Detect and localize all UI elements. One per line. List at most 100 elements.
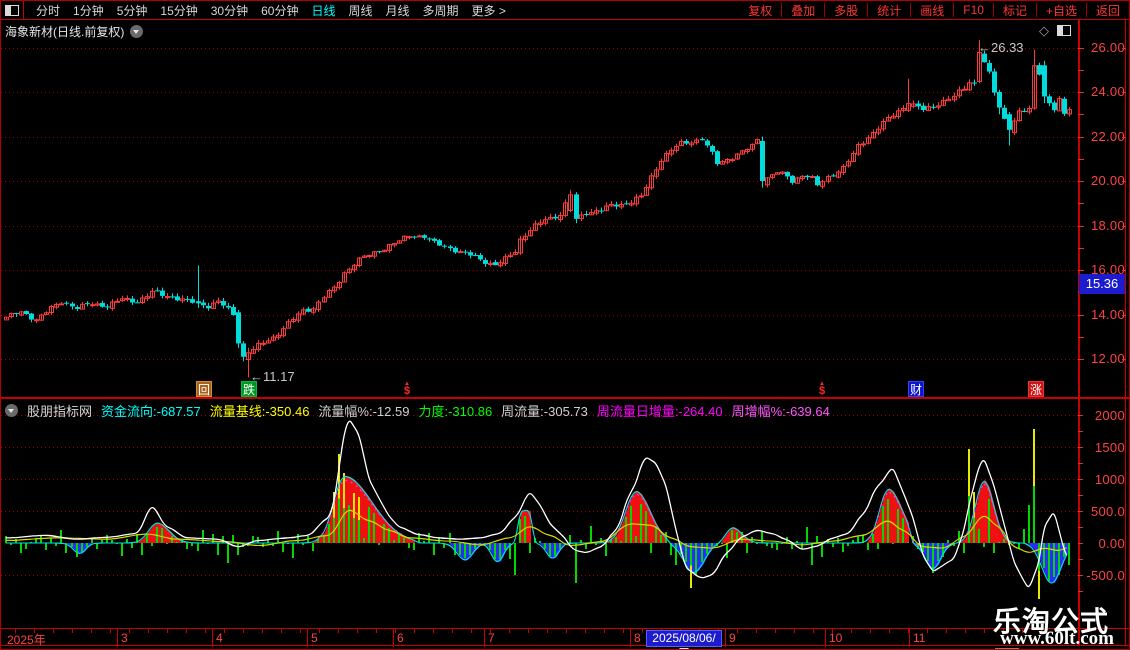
signal-marker-回: 回 — [196, 381, 212, 397]
week-tick — [53, 629, 54, 633]
indicator-tick-label: 500.0 — [1090, 504, 1125, 520]
tool-item[interactable]: +自选 — [1037, 2, 1086, 19]
diamond-icon[interactable]: ◇ — [1039, 24, 1049, 37]
indicator-tick-label: 0.00 — [1098, 536, 1125, 551]
week-tick — [224, 629, 225, 633]
week-tick — [490, 629, 491, 633]
period-item[interactable]: 15分钟 — [160, 2, 197, 19]
date-tick-label: 8 — [634, 631, 641, 645]
price-tick-label: 18.00 — [1090, 217, 1125, 233]
week-tick — [813, 629, 814, 633]
chevron-down-icon[interactable] — [130, 25, 144, 38]
cursor-date-badge: 2025/08/06/三 — [646, 630, 722, 649]
period-item[interactable]: 月线 — [386, 2, 410, 19]
period-item[interactable]: 多周期 — [423, 2, 459, 19]
indicator-canvas[interactable] — [1, 399, 1078, 628]
price-tick-label: 26.00 — [1090, 39, 1125, 55]
week-tick — [148, 629, 149, 633]
app-window: 分时 1分钟 5分钟 15分钟 30分钟 60分钟 日线 周线 月线 多周期 更多 > 复权 叠加 多股… — [0, 0, 1130, 650]
axis-tick — [1078, 574, 1083, 576]
week-tick — [319, 629, 320, 633]
tool-item[interactable]: F10 — [954, 3, 993, 17]
tool-item[interactable]: 多股 — [825, 2, 867, 19]
axis-tick — [1078, 527, 1083, 529]
indicator-field: 流量幅%:-12.59 — [318, 404, 410, 419]
week-tick — [452, 629, 453, 633]
axis-tick — [1078, 47, 1084, 49]
week-tick — [585, 629, 586, 633]
period-menu: 分时 1分钟 5分钟 15分钟 30分钟 60分钟 日线 周线 月线 多周期 更多 > — [36, 2, 506, 19]
period-item[interactable]: 60分钟 — [261, 2, 298, 19]
week-tick — [547, 629, 548, 633]
date-tick-label: 6 — [397, 631, 404, 645]
axis-tick — [1078, 314, 1084, 316]
axis-tick — [1078, 590, 1083, 592]
period-item[interactable]: 周线 — [348, 2, 372, 19]
axis-tick — [1122, 225, 1126, 227]
date-tick-label: 5 — [311, 631, 318, 645]
tool-item[interactable]: 统计 — [868, 2, 910, 19]
tool-item[interactable]: 画线 — [911, 2, 953, 19]
axis-tick — [1078, 181, 1084, 182]
axis-tick — [1078, 114, 1084, 116]
week-tick — [376, 629, 377, 633]
indicator-tick-label: -500.0 — [1086, 567, 1125, 583]
signal-marker-dollar: ▲ $ — [816, 381, 828, 397]
week-tick — [832, 629, 833, 633]
tool-item[interactable]: 复权 — [739, 2, 781, 19]
date-axis: 2025/08/06/三 2025年 3 4 5 6 7 8 9 10 11 — [1, 628, 1129, 649]
week-tick — [186, 629, 187, 633]
period-item[interactable]: 30分钟 — [211, 2, 248, 19]
week-tick — [300, 629, 301, 633]
date-tick-label: 9 — [729, 631, 736, 645]
split-window-icon[interactable] — [1057, 25, 1071, 36]
week-tick — [737, 629, 738, 633]
indicator-values: 资金流向:-687.57 流量基线:-350.46 流量幅%:-12.59 力度:-3… — [101, 401, 830, 420]
period-item[interactable]: 分时 — [36, 2, 60, 19]
week-tick — [34, 629, 35, 633]
tool-item[interactable]: 叠加 — [782, 2, 824, 19]
panel-separator[interactable] — [1, 397, 1129, 399]
signal-marker-财: 财 — [908, 381, 924, 397]
axis-tick — [1078, 543, 1083, 544]
axis-tick — [1078, 495, 1083, 497]
up-arrow-icon: ▲ — [404, 381, 410, 387]
indicator-tick-label: 2000 — [1094, 408, 1125, 424]
topbar: 分时 1分钟 5分钟 15分钟 30分钟 60分钟 日线 周线 月线 多周期 更多 > 复权 叠加 多股… — [1, 1, 1129, 20]
tool-item[interactable]: 返回 — [1087, 2, 1129, 19]
candlestick-canvas[interactable] — [1, 20, 1078, 398]
price-tick-label: 12.00 — [1090, 351, 1125, 366]
indicator-tick-label: 1000 — [1094, 472, 1125, 488]
month-divider — [825, 629, 826, 647]
week-tick — [262, 629, 263, 633]
axis-tick — [1078, 158, 1084, 160]
week-tick — [129, 629, 130, 633]
month-divider — [212, 629, 213, 647]
tool-item[interactable]: 标记 — [994, 2, 1036, 19]
week-tick — [110, 629, 111, 633]
week-tick — [357, 629, 358, 633]
week-tick — [471, 629, 472, 633]
month-divider — [909, 629, 910, 647]
axis-tick — [1122, 136, 1126, 138]
period-item[interactable]: 5分钟 — [117, 2, 148, 19]
date-tick-label: 3 — [121, 631, 128, 645]
axis-tick — [1122, 359, 1126, 360]
period-item[interactable]: 日线 — [311, 2, 335, 19]
week-tick — [889, 629, 890, 633]
period-item[interactable]: 1分钟 — [73, 2, 104, 19]
month-divider — [725, 629, 726, 647]
week-tick — [72, 629, 73, 633]
date-tick-label: 11 — [913, 631, 926, 645]
period-item[interactable]: 更多 > — [472, 2, 506, 19]
panes-icon[interactable] — [1, 1, 24, 19]
month-divider — [630, 629, 631, 647]
indicator-source: 股朋指标网 — [27, 404, 93, 419]
month-divider — [393, 629, 394, 647]
week-tick — [908, 629, 909, 633]
axis-tick — [1122, 92, 1126, 93]
indicator-header: 股朋指标网 资金流向:-687.57 流量基线:-350.46 流量幅%:-12.5… — [5, 401, 830, 420]
date-tick-label: 10 — [829, 631, 843, 645]
chevron-down-icon[interactable] — [5, 404, 18, 417]
price-tick-label: 14.00 — [1090, 306, 1125, 322]
